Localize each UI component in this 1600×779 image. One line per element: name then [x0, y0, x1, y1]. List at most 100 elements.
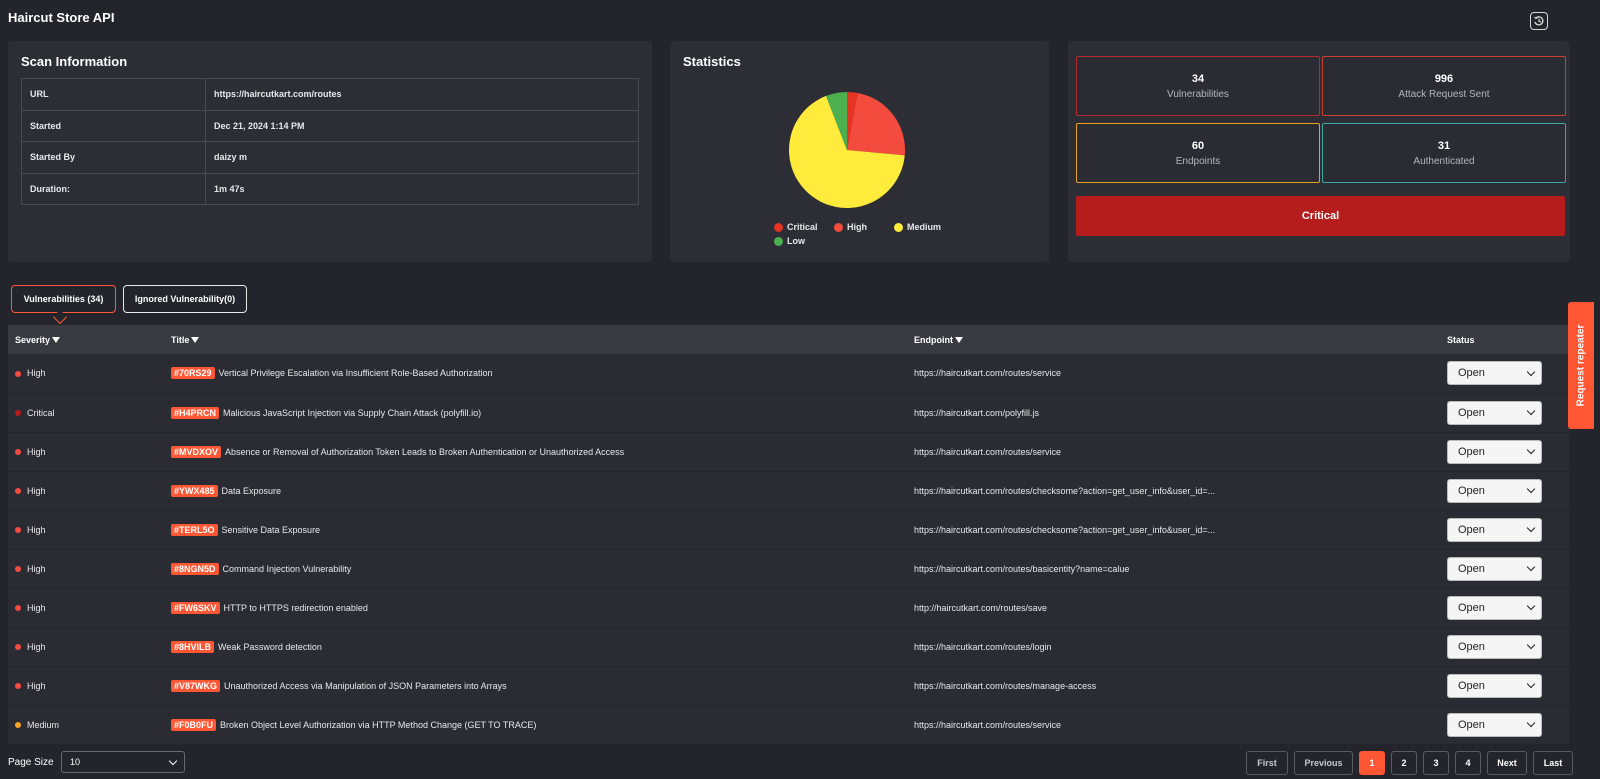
status-cell: Open — [1440, 549, 1569, 589]
filter-icon[interactable] — [191, 337, 200, 344]
legend-item[interactable]: Medium — [894, 222, 974, 232]
legend-item[interactable]: Low — [774, 236, 834, 246]
vulnerability-title[interactable]: Sensitive Data Exposure — [222, 525, 321, 535]
title-cell[interactable]: #TERL5O Sensitive Data Exposure — [164, 510, 907, 550]
status-cell: Open — [1440, 432, 1569, 472]
title-cell[interactable]: #V87WKG Unauthorized Access via Manipulat… — [164, 666, 907, 706]
status-value: Open — [1458, 484, 1485, 497]
request-repeater-tab[interactable]: Request repeater — [1568, 302, 1594, 429]
filter-icon[interactable] — [52, 337, 61, 344]
vulnerability-title[interactable]: HTTP to HTTPS redirection enabled — [224, 603, 368, 613]
severity-dot — [15, 449, 21, 456]
severity-pie-chart — [782, 85, 912, 218]
title-cell[interactable]: #70RS29 Vertical Privilege Escalation via… — [164, 354, 907, 394]
table-row[interactable]: High #YWX485 Data Exposure https://haircu… — [8, 471, 1569, 511]
tab-ignored-vulnerability[interactable]: Ignored Vulnerability(0) — [123, 285, 247, 313]
table-row[interactable]: High #V87WKG Unauthorized Access via Mani… — [8, 666, 1569, 706]
summary-cards-panel: 34 Vulnerabilities 996 Attack Request Se… — [1068, 41, 1570, 262]
status-select[interactable]: Open — [1447, 673, 1542, 698]
status-select[interactable]: Open — [1447, 517, 1542, 542]
severity-dot — [15, 683, 21, 690]
endpoint-cell: https://haircutkart.com/polyfill.js — [907, 393, 1440, 433]
title-cell[interactable]: #8HVILB Weak Password detection — [164, 627, 907, 667]
tab-vulnerabilities[interactable]: Vulnerabilities (34) — [11, 285, 116, 313]
first-page-button[interactable]: First — [1246, 751, 1288, 775]
filter-icon[interactable] — [955, 337, 963, 344]
status-select[interactable]: Open — [1447, 439, 1542, 464]
table-row[interactable]: High #MVDXOV Absence or Removal of Author… — [8, 432, 1569, 472]
severity-label: High — [27, 602, 46, 613]
endpoint-cell: https://haircutkart.com/routes/basicenti… — [907, 549, 1440, 589]
page-3-button[interactable]: 3 — [1423, 751, 1449, 775]
vulnerability-title[interactable]: Vertical Privilege Escalation via Insuff… — [219, 368, 493, 378]
status-select[interactable]: Open — [1447, 595, 1542, 620]
endpoint-cell: https://haircutkart.com/routes/checksome… — [907, 471, 1440, 511]
vulnerability-title[interactable]: Malicious JavaScript Injection via Suppl… — [223, 408, 481, 418]
page-4-button[interactable]: 4 — [1455, 751, 1481, 775]
status-select[interactable]: Open — [1447, 478, 1542, 503]
vulnerabilities-count: 34 — [1191, 72, 1205, 85]
status-select[interactable]: Open — [1447, 556, 1542, 581]
status-select[interactable]: Open — [1447, 400, 1542, 425]
endpoint-header[interactable]: Endpoint — [907, 325, 1440, 354]
table-row[interactable]: High #70RS29 Vertical Privilege Escalatio… — [8, 354, 1569, 394]
vulnerability-id-badge: #8HVILB — [171, 640, 215, 653]
page-size-select[interactable]: 10 — [61, 751, 185, 773]
chevron-down-icon — [1526, 484, 1536, 494]
severity-cell: High — [8, 588, 164, 628]
previous-page-button[interactable]: Previous — [1294, 751, 1353, 775]
page-2-button[interactable]: 2 — [1391, 751, 1417, 775]
scan-info-key: URL — [21, 78, 206, 111]
vulnerability-title[interactable]: Unauthorized Access via Manipulation of … — [224, 681, 507, 691]
severity-label: High — [27, 485, 46, 496]
status-cell: Open — [1440, 588, 1569, 628]
status-value: Open — [1458, 562, 1485, 575]
history-icon[interactable] — [1530, 12, 1548, 30]
severity-label: Critical — [27, 407, 55, 418]
vulnerability-title[interactable]: Weak Password detection — [218, 642, 322, 652]
legend-label: High — [847, 222, 867, 232]
severity-dot — [15, 566, 21, 573]
vulnerability-title[interactable]: Data Exposure — [222, 486, 282, 496]
endpoints-label: Endpoints — [1175, 155, 1221, 167]
status-select[interactable]: Open — [1447, 712, 1542, 737]
table-row[interactable]: High #8HVILB Weak Password detection http… — [8, 627, 1569, 667]
scan-info-row: Started Dec 21, 2024 1:14 PM — [21, 109, 639, 142]
scan-info-key: Started By — [21, 141, 206, 174]
next-page-button[interactable]: Next — [1487, 751, 1527, 775]
scan-info-value: 1m 47s — [205, 172, 639, 205]
endpoint-cell: https://haircutkart.com/routes/service — [907, 432, 1440, 472]
table-row[interactable]: High #8NGN5D Command Injection Vulnerabil… — [8, 549, 1569, 589]
vulnerability-title[interactable]: Absence or Removal of Authorization Toke… — [225, 447, 624, 457]
scan-information-title: Scan Information — [21, 54, 128, 69]
legend-item[interactable]: Critical — [774, 222, 834, 232]
title-cell[interactable]: #8NGN5D Command Injection Vulnerability — [164, 549, 907, 589]
title-cell[interactable]: #MVDXOV Absence or Removal of Authorizati… — [164, 432, 907, 472]
authenticated-card: 31 Authenticated — [1322, 123, 1566, 183]
chevron-down-icon — [1526, 445, 1536, 455]
title-cell[interactable]: #YWX485 Data Exposure — [164, 471, 907, 511]
severity-dot — [15, 644, 21, 651]
title-cell[interactable]: #H4PRCN Malicious JavaScript Injection vi… — [164, 393, 907, 433]
legend-item[interactable]: High — [834, 222, 894, 232]
table-row[interactable]: High #FW6SKV HTTP to HTTPS redirection en… — [8, 588, 1569, 628]
table-row[interactable]: High #TERL5O Sensitive Data Exposure http… — [8, 510, 1569, 550]
vulnerability-id-badge: #H4PRCN — [171, 406, 220, 419]
table-row[interactable]: Medium #F0B0FU Broken Object Level Author… — [8, 705, 1569, 745]
title-header[interactable]: Title — [164, 325, 907, 354]
chevron-down-icon — [1526, 718, 1536, 728]
title-cell[interactable]: #FW6SKV HTTP to HTTPS redirection enabled — [164, 588, 907, 628]
vulnerabilities-table: Severity Title Endpoint Status High #70R… — [8, 325, 1569, 745]
vulnerability-title[interactable]: Broken Object Level Authorization via HT… — [220, 720, 536, 730]
table-row[interactable]: Critical #H4PRCN Malicious JavaScript Inj… — [8, 393, 1569, 433]
title-cell[interactable]: #F0B0FU Broken Object Level Authorization… — [164, 705, 907, 745]
last-page-button[interactable]: Last — [1533, 751, 1573, 775]
page-1-button[interactable]: 1 — [1359, 751, 1385, 775]
severity-dot — [15, 488, 21, 495]
status-select[interactable]: Open — [1447, 634, 1542, 659]
severity-header[interactable]: Severity — [8, 325, 164, 354]
status-select[interactable]: Open — [1447, 361, 1542, 386]
vulnerability-title[interactable]: Command Injection Vulnerability — [223, 564, 352, 574]
vulnerabilities-card: 34 Vulnerabilities — [1076, 56, 1320, 116]
app-title: Haircut Store API — [8, 10, 115, 25]
